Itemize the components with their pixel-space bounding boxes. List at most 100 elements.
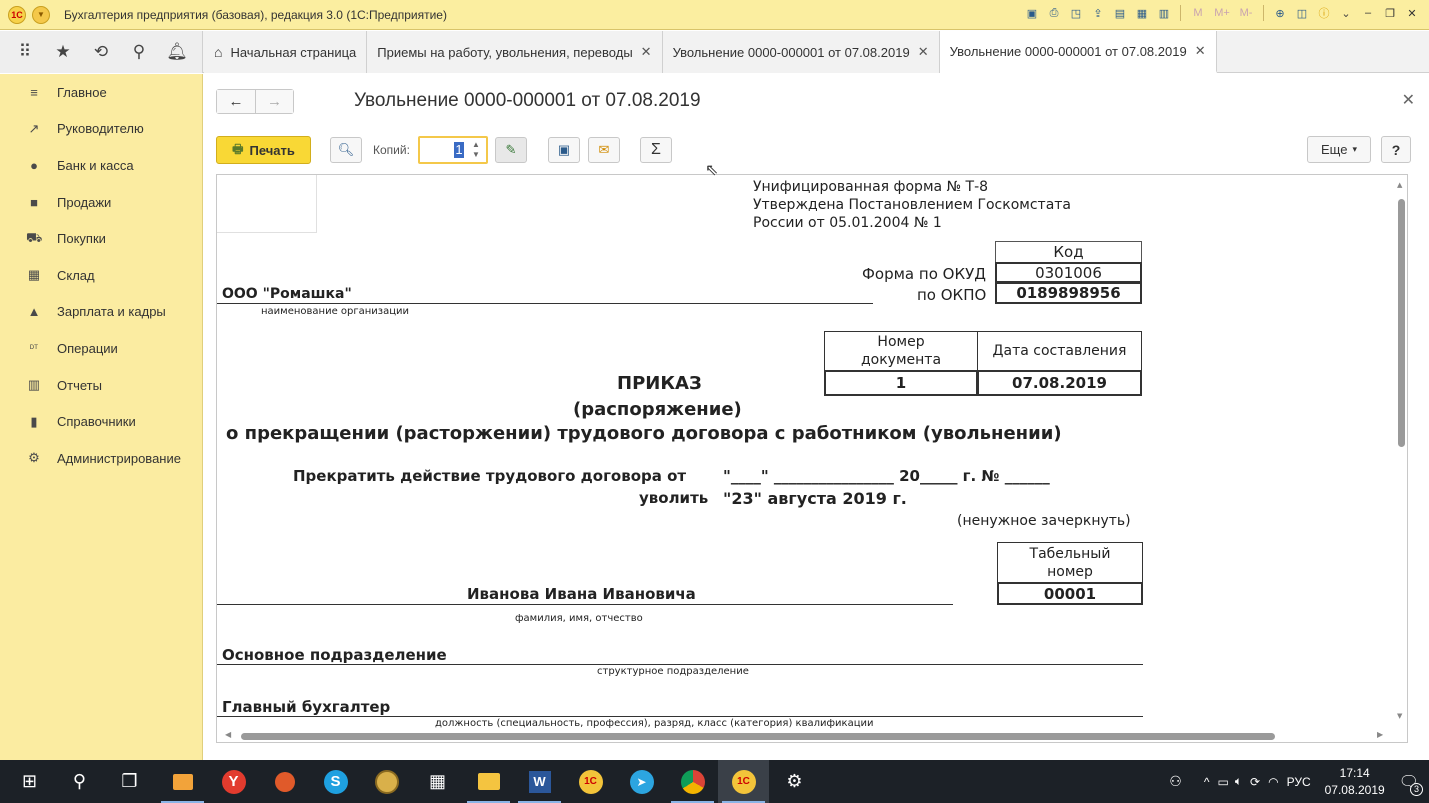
task-view-icon[interactable]: ❐ — [104, 760, 155, 803]
calculator-icon[interactable]: ▦ — [1133, 4, 1151, 22]
star-icon[interactable]: ★ — [51, 42, 75, 62]
okpo-value: 0189898956 — [995, 282, 1142, 304]
preview-icon[interactable]: ◳ — [1067, 4, 1085, 22]
settings-icon[interactable]: ⚙ — [769, 760, 820, 803]
windows-start-icon[interactable]: ⊞ — [4, 760, 55, 803]
scroll-down-icon[interactable]: ▼ — [1397, 712, 1402, 720]
clock[interactable]: 17:14 07.08.2019 — [1325, 765, 1385, 799]
media-app-icon[interactable] — [157, 760, 208, 803]
wifi-icon[interactable]: ◠ — [1268, 775, 1278, 789]
sidebar-item-label: Администрирование — [57, 450, 181, 466]
memory-plus-icon[interactable]: M+ — [1212, 4, 1232, 22]
sidebar-item-bank[interactable]: ● Банк и касса — [0, 147, 202, 184]
edit-icon: ✎ — [505, 142, 517, 157]
print-button[interactable]: 🖶︎ Печать — [216, 136, 311, 164]
upload-icon[interactable]: ⇪ — [1089, 4, 1107, 22]
sync-icon[interactable]: ⟳ — [1250, 775, 1260, 789]
document-sheet[interactable]: Унифицированная форма № Т-8 Утверждена П… — [216, 174, 1408, 743]
spin-icon[interactable]: ▲ ▼ — [468, 140, 484, 160]
scroll-up-icon[interactable]: ▲ — [1397, 181, 1402, 189]
vertical-scrollbar[interactable]: ▲ ▼ — [1395, 175, 1407, 730]
sidebar-item-sales[interactable]: ■ Продажи — [0, 184, 202, 221]
skype-icon[interactable]: S — [310, 760, 361, 803]
sidebar-item-label: Руководителю — [57, 121, 144, 137]
close-icon[interactable]: ✕ — [1403, 4, 1421, 22]
memory-minus-icon[interactable]: M- — [1236, 4, 1256, 22]
preview-button[interactable]: 🔍︎ — [330, 137, 362, 163]
copies-input[interactable]: 1 ▲ ▼ — [418, 136, 488, 164]
printer-icon: 🖶︎ — [232, 141, 244, 156]
chevron-down-icon: ▾ — [1352, 144, 1357, 154]
1c-logo-icon[interactable]: 1С — [8, 5, 26, 24]
volume-icon[interactable]: 🔈︎ — [1235, 774, 1242, 789]
main-menu-icon[interactable]: ▼ — [32, 5, 50, 24]
scroll-thumb[interactable] — [1398, 199, 1405, 447]
sidebar-item-reports[interactable]: ▥ Отчеты — [0, 367, 202, 404]
horizontal-scrollbar[interactable]: ◀ ▶ — [217, 729, 1407, 742]
sidebar-item-salary[interactable]: ▲ Зарплата и кадры — [0, 294, 202, 331]
scroll-right-icon[interactable]: ▶ — [1377, 730, 1383, 739]
print-icon[interactable]: ⎙ — [1045, 4, 1063, 22]
battery-icon[interactable]: ▭ — [1218, 775, 1229, 789]
language-indicator[interactable]: РУС — [1287, 775, 1311, 789]
chrome-icon[interactable] — [667, 760, 718, 803]
panels-icon[interactable]: ◫ — [1293, 4, 1311, 22]
doc-number-header: Номер документа — [824, 331, 978, 371]
sidebar-item-label: Зарплата и кадры — [57, 304, 166, 320]
chevron-up-icon[interactable]: ^ — [1204, 775, 1210, 789]
notifications-icon[interactable]: 🗨︎ 3 — [1399, 772, 1423, 796]
sidebar-item-purchases[interactable]: ⛟ Покупки — [0, 220, 202, 257]
scroll-thumb[interactable] — [241, 733, 1275, 740]
tab-home[interactable]: ⌂ Начальная страница — [204, 31, 368, 73]
empty-cell — [217, 175, 317, 233]
save-button[interactable]: ▣ — [548, 137, 580, 163]
grid-menu-icon[interactable]: ⠿ — [13, 42, 37, 62]
close-tab-icon[interactable]: ✕ — [641, 44, 652, 60]
yandex-browser-icon[interactable]: Y — [208, 760, 259, 803]
apple-app-icon[interactable] — [259, 760, 310, 803]
minimize-icon[interactable]: – — [1359, 4, 1377, 22]
bell-icon[interactable]: 🔔︎ — [165, 42, 189, 62]
tab-hires-dismissals[interactable]: Приемы на работу, увольнения, переводы ✕ — [367, 31, 663, 73]
tab-number: 00001 — [997, 582, 1143, 605]
sidebar-item-admin[interactable]: ⚙ Администрирование — [0, 440, 202, 477]
calendar-icon[interactable]: ▥ — [1155, 4, 1173, 22]
edit-button[interactable]: ✎ — [495, 137, 527, 163]
email-button[interactable]: ✉ — [588, 137, 620, 163]
1c-app-icon[interactable]: 1С — [565, 760, 616, 803]
file-explorer-icon[interactable] — [463, 760, 514, 803]
sidebar-item-manager[interactable]: ↗ Руководителю — [0, 111, 202, 148]
forward-arrow-icon[interactable]: → — [255, 90, 293, 113]
calculator-icon[interactable]: ▦ — [412, 760, 463, 803]
close-tab-icon[interactable]: ✕ — [1195, 43, 1206, 59]
back-arrow-icon[interactable]: ← — [217, 90, 255, 113]
sum-button[interactable]: Σ — [640, 137, 672, 163]
sidebar-item-catalogs[interactable]: ▮ Справочники — [0, 403, 202, 440]
tab-dismissal-print[interactable]: Увольнение 0000-000001 от 07.08.2019 ✕ — [939, 31, 1217, 73]
save-icon[interactable]: ▣ — [1023, 4, 1041, 22]
word-icon[interactable]: W — [514, 760, 565, 803]
1c-app-active-icon[interactable]: 1С — [718, 760, 769, 803]
people-icon[interactable]: ⚇ — [1169, 773, 1182, 790]
tab-dismissal-doc[interactable]: Увольнение 0000-000001 от 07.08.2019 ✕ — [662, 31, 940, 73]
title-toolbar: ▣ ⎙ ◳ ⇪ ▤ ▦ ▥ M M+ M- ⊕ ◫ ⓘ ⌄ – ❐ ✕ — [1023, 4, 1421, 22]
zoom-icon[interactable]: ⊕ — [1271, 4, 1289, 22]
restore-icon[interactable]: ❐ — [1381, 4, 1399, 22]
memory-m-icon[interactable]: M — [1188, 4, 1208, 22]
document-icon[interactable]: ▤ — [1111, 4, 1129, 22]
sidebar-item-operations[interactable]: ᴰᵀ Операции — [0, 330, 202, 367]
sidebar-item-warehouse[interactable]: ▦ Склад — [0, 257, 202, 294]
clock-app-icon[interactable] — [361, 760, 412, 803]
close-tab-icon[interactable]: ✕ — [918, 44, 929, 60]
close-icon[interactable]: ✕ — [1402, 90, 1415, 110]
search-icon[interactable]: ⚲ — [127, 42, 151, 62]
history-icon[interactable]: ⟲ — [89, 42, 113, 62]
more-button[interactable]: Еще ▾ — [1307, 136, 1371, 163]
telegram-icon[interactable]: ➤ — [616, 760, 667, 803]
scroll-left-icon[interactable]: ◀ — [225, 730, 231, 739]
info-icon[interactable]: ⓘ — [1315, 4, 1333, 22]
sidebar-item-main[interactable]: ≡ Главное — [0, 74, 202, 111]
search-icon[interactable]: ⚲ — [54, 760, 105, 803]
help-button[interactable]: ? — [1381, 136, 1411, 163]
chevron-down-icon[interactable]: ⌄ — [1337, 4, 1355, 22]
